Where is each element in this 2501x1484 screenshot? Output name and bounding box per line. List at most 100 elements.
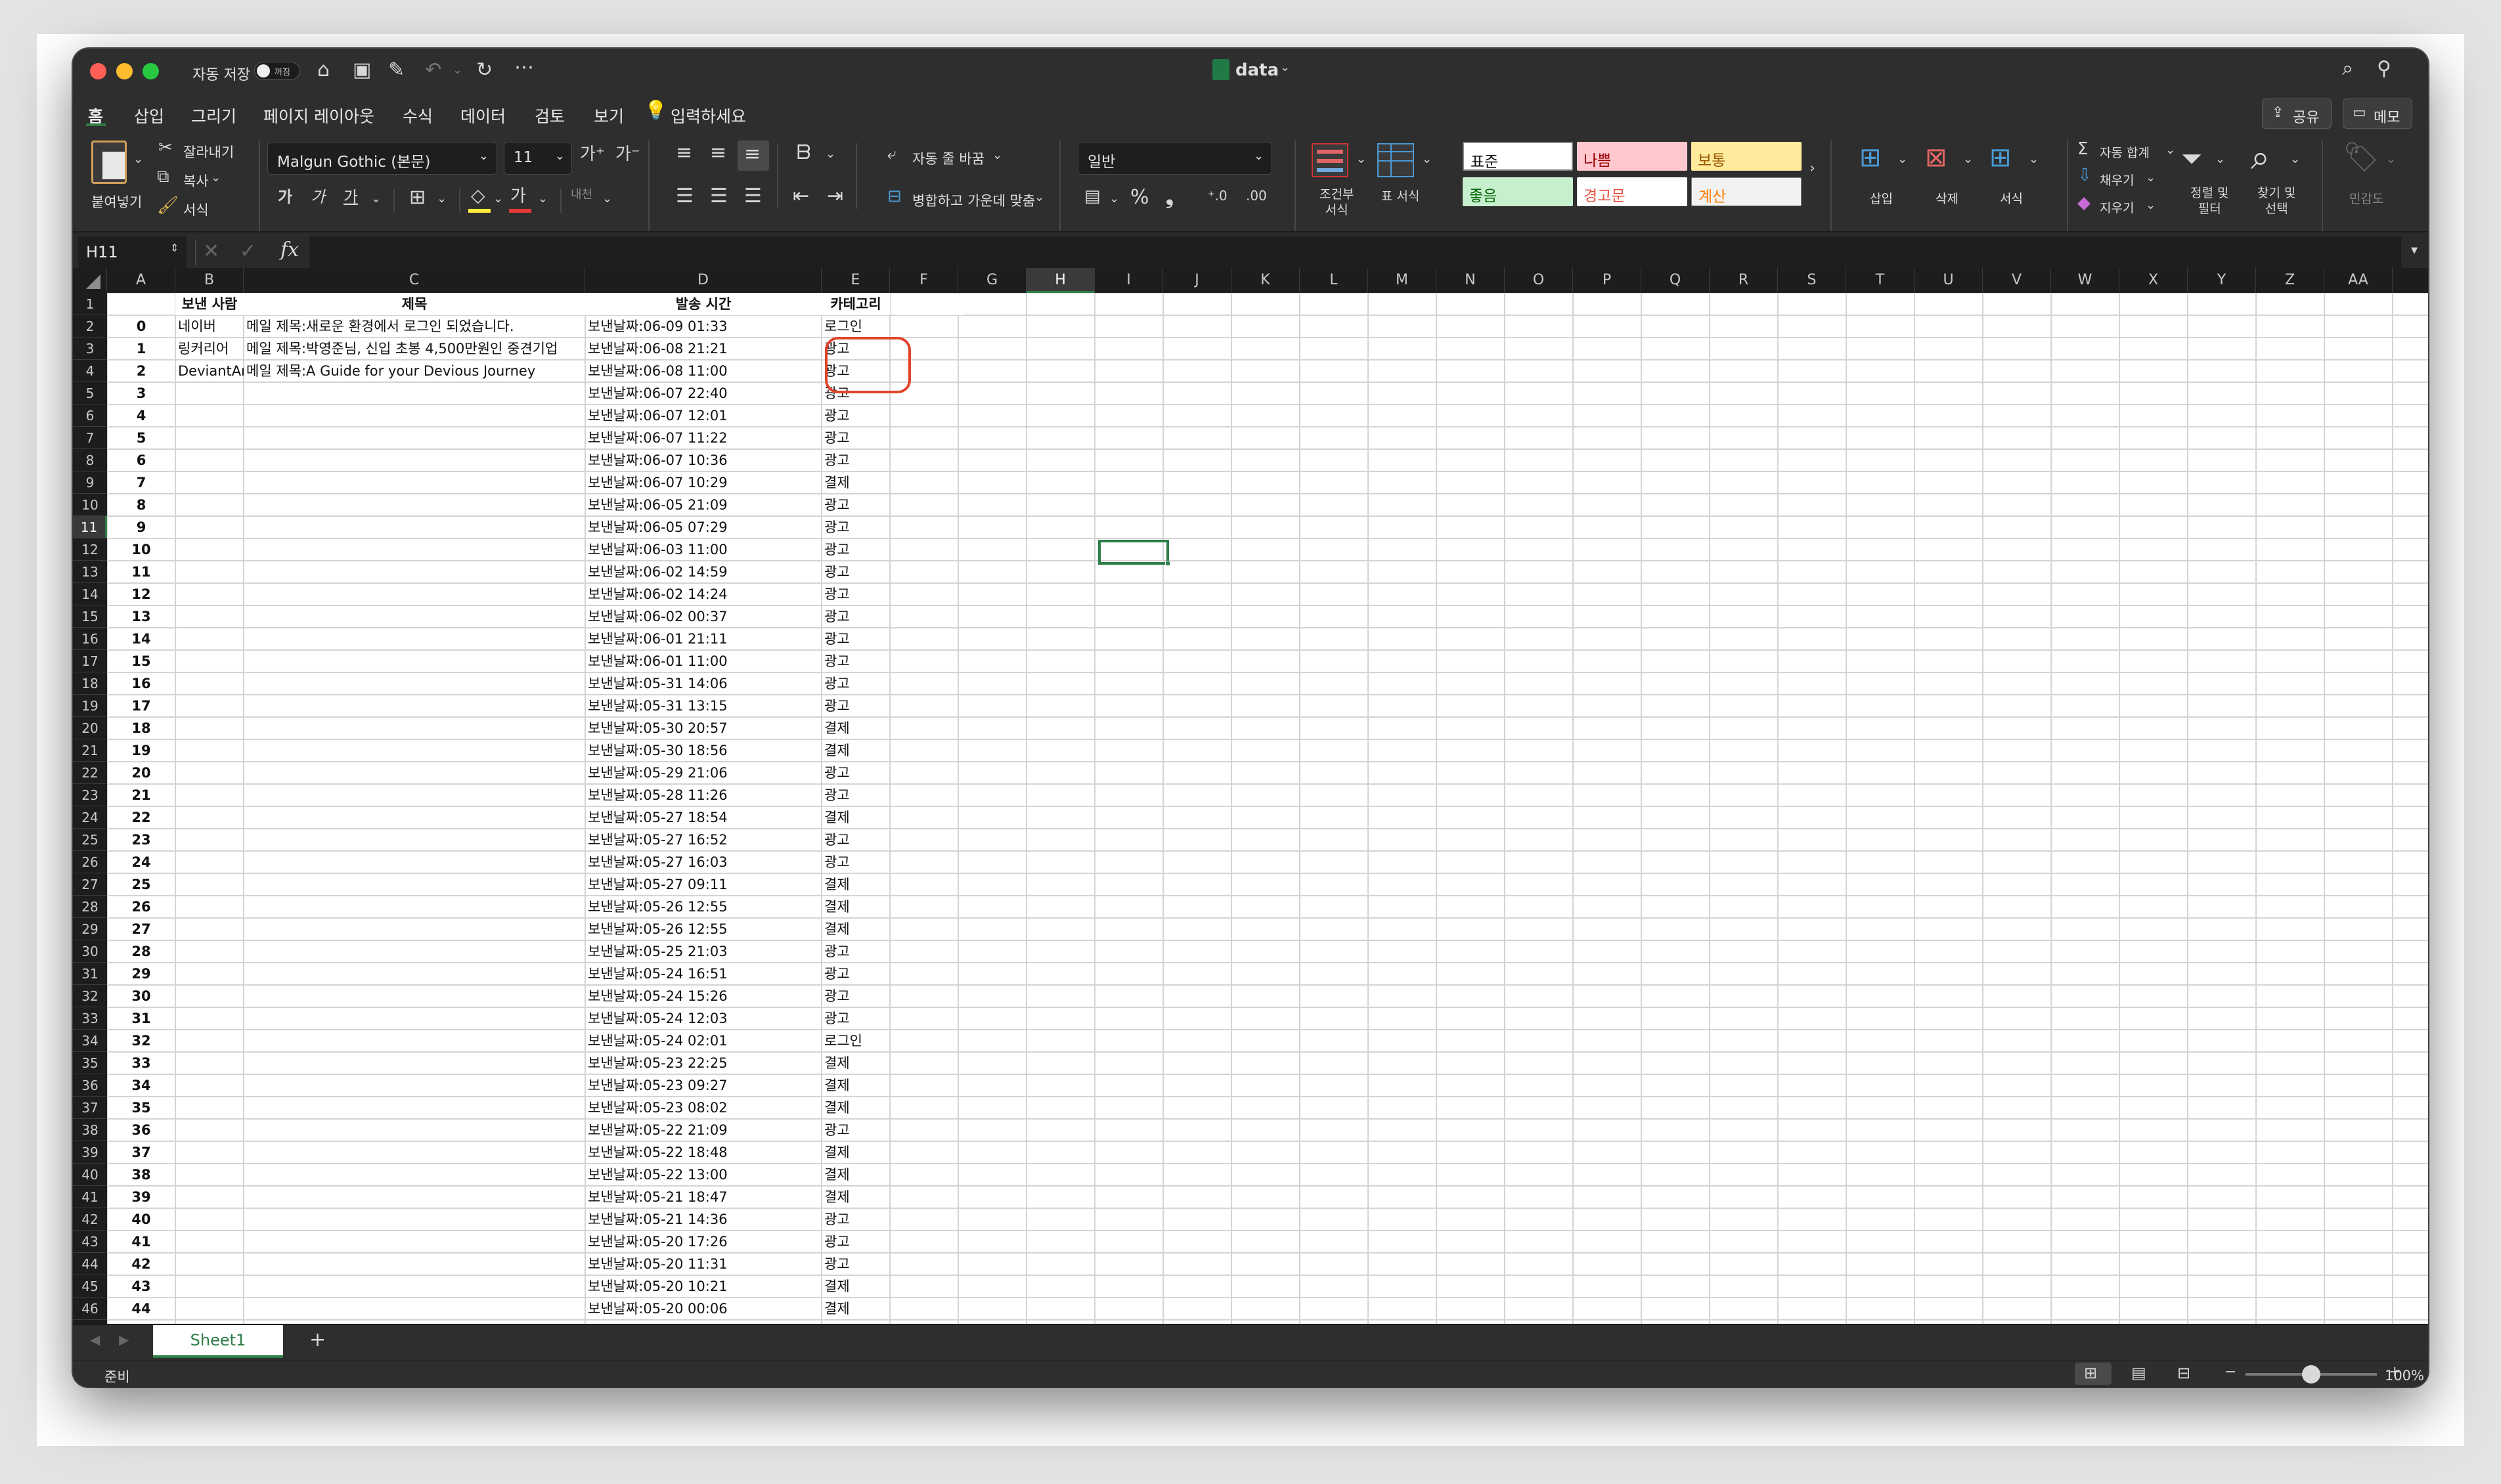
styles-more-icon[interactable]: › [1809, 162, 1815, 176]
row-header-11[interactable]: 11 [73, 516, 107, 538]
enter-icon[interactable]: ✓ [240, 242, 256, 261]
cell-e20[interactable]: 결제 [822, 717, 890, 739]
eraser-icon[interactable]: ◆ [2077, 194, 2091, 211]
cell-d5[interactable]: 보낸날짜:06-07 22:40 [585, 382, 822, 404]
cell-e6[interactable]: 광고 [822, 404, 890, 427]
cell-e35[interactable]: 결제 [822, 1052, 890, 1074]
font-color-dropdown-icon[interactable]: ⌄ [538, 193, 548, 205]
cell-e10[interactable]: 광고 [822, 494, 890, 516]
cell-e22[interactable]: 광고 [822, 762, 890, 784]
copy-icon[interactable]: ⧉ [157, 168, 169, 185]
row-header-26[interactable]: 26 [73, 851, 107, 873]
format-painter-label[interactable]: 서식 [183, 200, 209, 219]
cell-a15[interactable]: 13 [107, 605, 175, 628]
cell-a3[interactable]: 1 [107, 338, 175, 360]
column-header-r[interactable]: R [1710, 268, 1778, 293]
cell-d24[interactable]: 보낸날짜:05-27 18:54 [585, 806, 822, 829]
orientation-dropdown-icon[interactable]: ⌄ [826, 148, 835, 160]
prev-sheet-icon[interactable]: ◀ [90, 1333, 100, 1346]
column-header-o[interactable]: O [1505, 268, 1573, 293]
cell-a14[interactable]: 12 [107, 583, 175, 605]
cell-d23[interactable]: 보낸날짜:05-28 11:26 [585, 784, 822, 806]
column-header-p[interactable]: P [1573, 268, 1641, 293]
cell-d11[interactable]: 보낸날짜:06-05 07:29 [585, 516, 822, 538]
column-header-w[interactable]: W [2051, 268, 2119, 293]
column-header-k[interactable]: K [1231, 268, 1300, 293]
cell-a6[interactable]: 4 [107, 404, 175, 427]
row-header-45[interactable]: 45 [73, 1275, 107, 1298]
row-header-40[interactable]: 40 [73, 1164, 107, 1186]
cell-d27[interactable]: 보낸날짜:05-27 09:11 [585, 873, 822, 896]
tab-draw[interactable]: 그리기 [191, 104, 236, 127]
add-sheet-icon[interactable]: + [309, 1330, 326, 1350]
column-header-a[interactable]: A [107, 268, 175, 293]
more-icon[interactable]: ⋯ [514, 58, 534, 77]
fill-dropdown-icon[interactable]: ⌄ [2146, 172, 2156, 184]
merge-dropdown-icon[interactable]: ⌄ [1034, 192, 1044, 204]
zoom-slider[interactable] [2246, 1365, 2377, 1384]
cell-e32[interactable]: 광고 [822, 985, 890, 1007]
cell-a2[interactable]: 0 [107, 315, 175, 338]
row-header-16[interactable]: 16 [73, 628, 107, 650]
cell-e14[interactable]: 광고 [822, 583, 890, 605]
cell-a36[interactable]: 34 [107, 1074, 175, 1097]
cell-d20[interactable]: 보낸날짜:05-30 20:57 [585, 717, 822, 739]
cut-label[interactable]: 잘라내기 [183, 142, 234, 162]
worksheet-grid[interactable]: 보낸 사람 제목 발송 시간 0 네이버 메일 제목:새로운 환경에서 로그인 되었습니다… [107, 293, 2428, 1374]
cell-e36[interactable]: 결제 [822, 1074, 890, 1097]
row-header-4[interactable]: 4 [73, 360, 107, 382]
align-left-icon[interactable]: ☰ [676, 186, 694, 206]
cancel-icon[interactable]: ✕ [203, 242, 219, 261]
column-header-s[interactable]: S [1778, 268, 1846, 293]
home-icon[interactable]: ⌂ [317, 60, 330, 80]
find-dropdown-icon[interactable]: ⌄ [2290, 154, 2300, 165]
edit-icon[interactable]: ✎ [388, 60, 405, 80]
sort-filter-icon[interactable]: ⏷ [2181, 146, 2202, 172]
paste-icon[interactable] [91, 141, 127, 184]
sensitivity-label[interactable]: 민감도 [2349, 189, 2383, 207]
decrease-indent-icon[interactable]: ⇤ [793, 186, 809, 206]
row-header-8[interactable]: 8 [73, 449, 107, 471]
column-header-t[interactable]: T [1846, 268, 1914, 293]
row-header-17[interactable]: 17 [73, 650, 107, 672]
cell-a44[interactable]: 42 [107, 1253, 175, 1275]
format-dropdown-icon[interactable]: ⌄ [2029, 154, 2039, 165]
cell-e16[interactable]: 광고 [822, 628, 890, 650]
share-button[interactable]: ⇪ 공유 [2262, 98, 2332, 129]
cell-e12[interactable]: 광고 [822, 538, 890, 561]
cell-d28[interactable]: 보낸날짜:05-26 12:55 [585, 896, 822, 918]
increase-font-icon[interactable]: 가⁺ [580, 146, 605, 163]
phonetic-dropdown-icon[interactable]: ⌄ [602, 193, 612, 205]
wrap-text-label[interactable]: 자동 줄 바꿈 [912, 148, 985, 168]
close-window-button[interactable] [90, 63, 106, 79]
row-header-44[interactable]: 44 [73, 1253, 107, 1275]
cell-a23[interactable]: 21 [107, 784, 175, 806]
style-calculation[interactable]: 계산 [1691, 177, 1802, 206]
cell-a20[interactable]: 18 [107, 717, 175, 739]
save-icon[interactable]: ▣ [353, 60, 371, 80]
cell-e24[interactable]: 결제 [822, 806, 890, 829]
cell-a37[interactable]: 35 [107, 1097, 175, 1119]
fx-icon[interactable]: fx [280, 240, 299, 260]
sort-filter-label[interactable]: 정렬 및 필터 [2190, 185, 2228, 217]
cell-a24[interactable]: 22 [107, 806, 175, 829]
column-header-q[interactable]: Q [1641, 268, 1710, 293]
cell-e2[interactable]: 로그인 [822, 315, 890, 338]
row-header-42[interactable]: 42 [73, 1208, 107, 1231]
tab-view[interactable]: 보기 [594, 104, 624, 127]
cell-e11[interactable]: 광고 [822, 516, 890, 538]
decrease-decimal-icon[interactable]: .00 [1246, 189, 1267, 202]
formula-expand-icon[interactable]: ▾ [2411, 243, 2418, 256]
cell-d7[interactable]: 보낸날짜:06-07 11:22 [585, 427, 822, 449]
cell-e19[interactable]: 광고 [822, 695, 890, 717]
column-header-f[interactable]: F [890, 268, 958, 293]
cell-a17[interactable]: 15 [107, 650, 175, 672]
row-header-5[interactable]: 5 [73, 382, 107, 404]
fill-icon[interactable]: ⇩ [2077, 167, 2092, 184]
cell-b3[interactable]: 링커리어 [175, 338, 244, 360]
delete-cells-icon[interactable]: ⊠ [1925, 144, 1947, 171]
row-header-22[interactable]: 22 [73, 762, 107, 784]
style-warning[interactable]: 경고문 [1577, 177, 1687, 206]
cell-d13[interactable]: 보낸날짜:06-02 14:59 [585, 561, 822, 583]
cell-a27[interactable]: 25 [107, 873, 175, 896]
